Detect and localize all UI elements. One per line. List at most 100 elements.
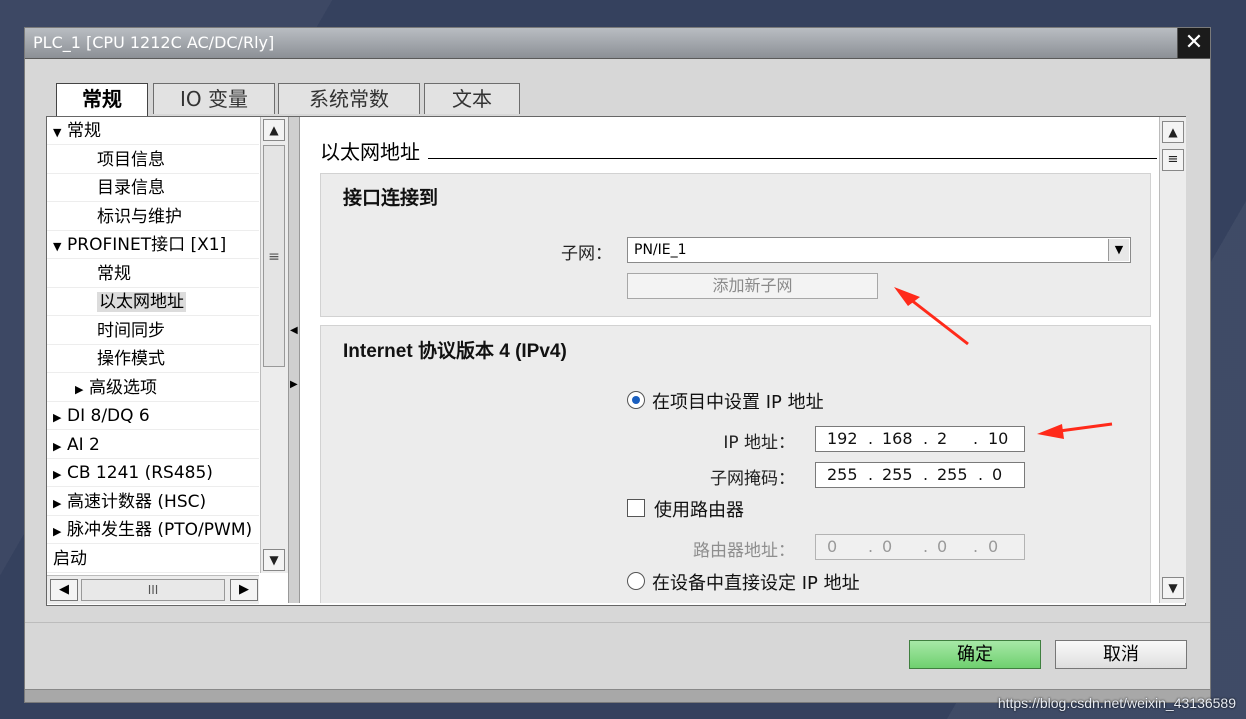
tree-item-label: 项目信息 bbox=[97, 149, 165, 170]
ipv4-group: Internet 协议版本 4 (IPv4) 在项目中设置 IP 地址 IP 地… bbox=[320, 325, 1151, 603]
tree-item-label: 时间同步 bbox=[97, 320, 165, 341]
ip-octet-3: 2 bbox=[937, 429, 948, 448]
cancel-button[interactable]: 取消 bbox=[1055, 640, 1187, 669]
ip-octet-4: 10 bbox=[988, 429, 1009, 448]
tree-item-label: 常规 bbox=[97, 263, 131, 284]
tree-item-label: DI 8/DQ 6 bbox=[67, 406, 150, 426]
scroll-right-icon[interactable]: ▶ bbox=[230, 579, 258, 601]
subnet-label: 子网： bbox=[561, 244, 612, 264]
tree-item-label: 目录信息 bbox=[97, 178, 165, 198]
expand-down-icon[interactable]: ▼ bbox=[53, 119, 67, 147]
tree-item[interactable]: 项目信息 bbox=[47, 146, 259, 174]
use-router-checkbox[interactable] bbox=[627, 499, 645, 517]
tree-item[interactable]: ▶ CB 1241 (RS485) bbox=[47, 459, 259, 487]
panel-splitter[interactable]: ◀ ▶ bbox=[288, 117, 300, 603]
hscroll-thumb[interactable]: III bbox=[81, 579, 225, 601]
ip-address-label: IP 地址： bbox=[723, 433, 795, 453]
ip-address-field[interactable]: 192 . 168 . 2 . 10 bbox=[815, 426, 1025, 452]
content-vertical-scrollbar[interactable]: ▲ ≡ ▼ bbox=[1159, 117, 1186, 603]
mask-octet-3: 255 bbox=[937, 465, 968, 484]
tab-io-tags[interactable]: IO 变量 bbox=[153, 83, 275, 114]
tree-item[interactable]: 目录信息 bbox=[47, 174, 259, 202]
section-title: 以太网地址 bbox=[320, 136, 428, 165]
router-octet-4: 0 bbox=[988, 537, 999, 556]
title-bar: PLC_1 [CPU 1212C AC/DC/Rly] ✕ bbox=[25, 28, 1210, 59]
tree-item[interactable]: 标识与维护 bbox=[47, 203, 259, 231]
interface-title: 接口连接到 bbox=[343, 188, 439, 209]
footer-divider bbox=[25, 622, 1210, 623]
expand-right-icon[interactable]: ▶ bbox=[75, 376, 89, 404]
mask-octet-2: 255 bbox=[882, 465, 913, 484]
expand-right-icon[interactable]: ▶ bbox=[53, 490, 67, 518]
tree-item[interactable]: 常规 bbox=[47, 260, 259, 288]
expand-right-icon[interactable]: ▶ bbox=[290, 379, 298, 390]
tree-item[interactable]: ▼ 常规 bbox=[47, 117, 259, 145]
scroll-left-icon[interactable]: ◀ bbox=[50, 579, 78, 601]
ip-octet-2: 168 bbox=[882, 429, 913, 448]
content-scroll-up-icon[interactable]: ▲ bbox=[1162, 121, 1184, 143]
tree-item-label: 操作模式 bbox=[97, 349, 165, 369]
tree-vertical-scrollbar[interactable]: ▲ ≡ ▼ bbox=[260, 117, 288, 573]
ok-button[interactable]: 确定 bbox=[909, 640, 1041, 669]
tree-horizontal-scrollbar[interactable]: ◀ III ▶ bbox=[47, 575, 259, 604]
properties-panel: ▼ 常规 项目信息 目录信息 标识与维护 ▼ PROFINET接口 [X1] 常规 以太网地址时… bbox=[46, 116, 1186, 606]
tree-item[interactable]: 时间同步 bbox=[47, 317, 259, 345]
router-octet-3: 0 bbox=[937, 537, 948, 556]
chevron-down-icon[interactable]: ▼ bbox=[1108, 239, 1129, 261]
tree-item-label: PROFINET接口 [X1] bbox=[67, 235, 227, 255]
tree-item[interactable]: ▼ PROFINET接口 [X1] bbox=[47, 231, 259, 259]
tree-item[interactable]: ▶ AI 2 bbox=[47, 431, 259, 459]
add-subnet-button[interactable]: 添加新子网 bbox=[627, 273, 878, 299]
collapse-left-icon[interactable]: ◀ bbox=[290, 325, 298, 336]
tree-item[interactable]: ▶ 脉冲发生器 (PTO/PWM) bbox=[47, 516, 259, 544]
tree-item-label: 以太网地址 bbox=[97, 292, 186, 312]
expand-down-icon[interactable]: ▼ bbox=[53, 233, 67, 261]
expand-right-icon[interactable]: ▶ bbox=[53, 461, 67, 489]
navigation-tree: ▼ 常规 项目信息 目录信息 标识与维护 ▼ PROFINET接口 [X1] 常规 以太网地址时… bbox=[47, 117, 259, 574]
tree-item-label: 启动 bbox=[53, 548, 87, 569]
content-scroll-down-icon[interactable]: ▼ bbox=[1162, 577, 1184, 599]
scroll-thumb[interactable]: ≡ bbox=[263, 145, 285, 367]
tab-texts[interactable]: 文本 bbox=[424, 83, 520, 114]
set-ip-in-project-radio[interactable] bbox=[627, 391, 645, 409]
device-properties-dialog: PLC_1 [CPU 1212C AC/DC/Rly] ✕ 常规 IO 变量 系… bbox=[24, 27, 1211, 703]
ipv4-title: Internet 协议版本 4 (IPv4) bbox=[343, 341, 567, 362]
expand-right-icon[interactable]: ▶ bbox=[53, 433, 67, 461]
set-ip-in-project-label: 在项目中设置 IP 地址 bbox=[652, 392, 824, 413]
mask-octet-4: 0 bbox=[992, 465, 1003, 484]
ip-octet-1: 192 bbox=[827, 429, 858, 448]
expand-right-icon[interactable]: ▶ bbox=[53, 404, 67, 432]
tree-item[interactable]: ▶ DI 8/DQ 6 bbox=[47, 402, 259, 430]
scroll-down-icon[interactable]: ▼ bbox=[263, 549, 285, 571]
tree-item-label: AI 2 bbox=[67, 434, 100, 455]
settings-content: 以太网地址 接口连接到 子网： PN/IE_1 ▼ 添加新子网 Internet… bbox=[300, 117, 1157, 603]
mask-octet-1: 255 bbox=[827, 465, 858, 484]
use-router-label: 使用路由器 bbox=[654, 500, 744, 521]
tree-item[interactable]: 以太网地址 bbox=[47, 288, 259, 316]
tab-general[interactable]: 常规 bbox=[56, 83, 148, 117]
tree-item[interactable]: 启动 bbox=[47, 545, 259, 573]
tab-system-constants[interactable]: 系统常数 bbox=[278, 83, 420, 114]
set-ip-on-device-radio[interactable] bbox=[627, 572, 645, 590]
tree-item-label: 脉冲发生器 (PTO/PWM) bbox=[67, 520, 253, 540]
tree-item[interactable]: ▶ 高级选项 bbox=[47, 374, 259, 402]
tree-item[interactable]: ▶ 高速计数器 (HSC) bbox=[47, 488, 259, 516]
tree-item-label: 常规 bbox=[67, 121, 101, 141]
tree-item-label: 高级选项 bbox=[89, 377, 157, 398]
tree-item[interactable]: 操作模式 bbox=[47, 345, 259, 373]
section-divider bbox=[320, 158, 1157, 159]
close-icon[interactable]: ✕ bbox=[1177, 28, 1210, 58]
expand-right-icon[interactable]: ▶ bbox=[53, 518, 67, 546]
scroll-up-icon[interactable]: ▲ bbox=[263, 119, 285, 141]
subnet-mask-field[interactable]: 255 . 255 . 255 . 0 bbox=[815, 462, 1025, 488]
watermark-text: https://blog.csdn.net/weixin_43136589 bbox=[997, 695, 1236, 711]
subnet-value: PN/IE_1 bbox=[634, 242, 687, 258]
router-address-label: 路由器地址： bbox=[693, 541, 795, 561]
subnet-select[interactable]: PN/IE_1 ▼ bbox=[627, 237, 1131, 263]
router-address-field: 0 . 0 . 0 . 0 bbox=[815, 534, 1025, 560]
subnet-mask-label: 子网掩码： bbox=[710, 469, 795, 489]
tree-item-label: CB 1241 (RS485) bbox=[67, 463, 213, 483]
router-octet-2: 0 bbox=[882, 537, 893, 556]
content-scroll-thumb[interactable]: ≡ bbox=[1162, 149, 1184, 171]
interface-group: 接口连接到 子网： PN/IE_1 ▼ 添加新子网 bbox=[320, 173, 1151, 317]
